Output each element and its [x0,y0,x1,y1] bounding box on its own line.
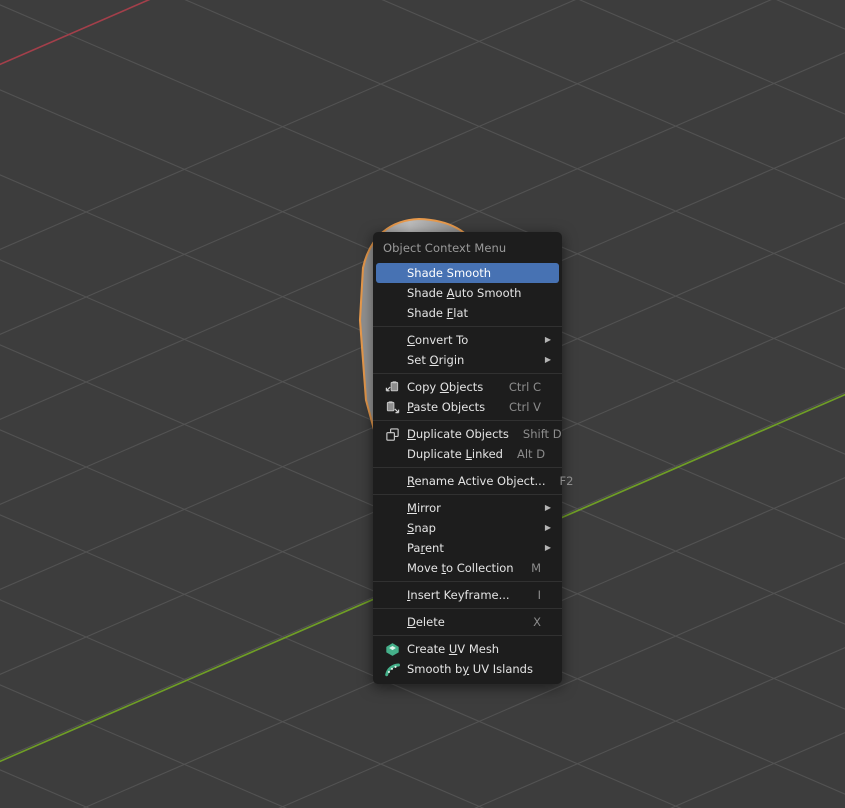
arrow-placeholder: ▶ [541,303,551,323]
menu-item-delete[interactable]: Delete X▶ [376,612,559,632]
menu-item-label: Shade Flat [407,306,469,320]
menu-separator [373,635,562,636]
menu-item-snap[interactable]: Snap ▶ [376,518,559,538]
submenu-arrow-icon: ▶ [544,355,551,364]
menu-item-label: Delete [407,615,445,629]
menu-item-copy-objects[interactable]: Copy Objects Ctrl C▶ [376,377,559,397]
menu-item-shade-smooth[interactable]: Shade Smooth ▶ [376,263,559,283]
menu-separator [373,373,562,374]
copy-icon [384,379,401,395]
duplicate-icon [384,426,401,442]
arrow-placeholder: ▶ [547,659,557,679]
menu-item-mirror[interactable]: Mirror ▶ [376,498,559,518]
submenu-arrow-icon: ▶ [544,523,551,532]
menu-item-shortcut: Ctrl C [508,380,541,394]
menu-item-label: Parent [407,541,444,555]
menu-item-label: Insert Keyframe... [407,588,510,602]
menu-item-shade-flat[interactable]: Shade Flat ▶ [376,303,559,323]
icon-placeholder [384,285,401,301]
menu-item-set-origin[interactable]: Set Origin ▶ [376,350,559,370]
menu-item-label: Paste Objects [407,400,486,414]
icon-placeholder [384,614,401,630]
menu-item-label: Set Origin [407,353,465,367]
menu-item-label: Rename Active Object... [407,474,546,488]
menu-separator [373,581,562,582]
icon-placeholder [384,587,401,603]
menu-item-label: Snap [407,521,436,535]
arrow-placeholder: ▶ [541,612,551,632]
object-context-menu[interactable]: Object Context Menu Shade Smooth▶Shade A… [373,232,573,684]
submenu-arrow-icon: ▶ [544,503,551,512]
arrow-placeholder: ▶ [545,444,555,464]
menu-item-shortcut: Ctrl V [509,400,541,414]
uv-islands-icon [384,661,401,677]
icon-placeholder [384,473,401,489]
menu-item-shortcut: M [531,561,541,575]
icon-placeholder [384,352,401,368]
icon-placeholder [384,305,401,321]
arrow-placeholder: ▶ [541,283,551,303]
menu-item-rename-active-object[interactable]: Rename Active Object...F2▶ [376,471,573,491]
menu-item-label: Create UV Mesh [407,642,500,656]
arrow-placeholder: ▶ [541,397,551,417]
menu-separator [373,467,562,468]
menu-item-duplicate-linked[interactable]: Duplicate Linked Alt D▶ [376,444,559,464]
menu-item-shortcut: X [533,615,541,629]
menu-separator [373,494,562,495]
menu-item-label: Shade Auto Smooth [407,286,522,300]
menu-item-move-to-collection[interactable]: Move to Collection M▶ [376,558,559,578]
paste-icon [384,399,401,415]
icon-placeholder [384,520,401,536]
menu-item-shortcut: I [537,588,541,602]
arrow-placeholder: ▶ [541,263,551,283]
icon-placeholder [384,560,401,576]
menu-item-label: Duplicate Linked [407,447,503,461]
menu-item-label: Shade Smooth [407,266,492,280]
menu-item-label: Move to Collection [407,561,514,575]
submenu-arrow-icon: ▶ [544,543,551,552]
menu-item-insert-keyframe[interactable]: Insert Keyframe... I▶ [376,585,559,605]
menu-separator [373,326,562,327]
arrow-placeholder: ▶ [573,471,583,491]
submenu-arrow-icon: ▶ [544,335,551,344]
menu-item-smooth-by-uv-islands[interactable]: Smooth by UV Islands ▶ [376,659,559,679]
uv-mesh-icon [384,641,401,657]
menu-separator [373,608,562,609]
menu-item-shortcut: F2 [559,474,574,488]
menu-item-label: Mirror [407,501,441,515]
menu-item-label: Convert To [407,333,469,347]
menu-item-shade-auto-smooth[interactable]: Shade Auto Smooth ▶ [376,283,559,303]
arrow-placeholder: ▶ [562,424,572,444]
arrow-placeholder: ▶ [541,585,551,605]
menu-item-label: Smooth by UV Islands [407,662,533,676]
menu-item-create-uv-mesh[interactable]: Create UV Mesh ▶ [376,639,559,659]
arrow-placeholder: ▶ [541,639,551,659]
menu-item-label: Duplicate Objects [407,427,509,441]
context-menu-body: Shade Smooth▶Shade Auto Smooth▶Shade Fla… [373,263,573,679]
menu-item-parent[interactable]: Parent ▶ [376,538,559,558]
menu-separator [373,420,562,421]
context-menu-title: Object Context Menu [383,241,507,255]
icon-placeholder [384,540,401,556]
menu-item-shortcut: Alt D [516,447,546,461]
menu-item-convert-to[interactable]: Convert To ▶ [376,330,559,350]
menu-item-paste-objects[interactable]: Paste Objects Ctrl V▶ [376,397,559,417]
menu-item-label: Copy Objects [407,380,484,394]
icon-placeholder [384,446,401,462]
menu-item-shortcut: Shift D [522,427,562,441]
icon-placeholder [384,332,401,348]
menu-item-duplicate-objects[interactable]: Duplicate ObjectsShift D▶ [376,424,562,444]
arrow-placeholder: ▶ [541,558,551,578]
icon-placeholder [384,265,401,281]
arrow-placeholder: ▶ [541,377,551,397]
icon-placeholder [384,500,401,516]
